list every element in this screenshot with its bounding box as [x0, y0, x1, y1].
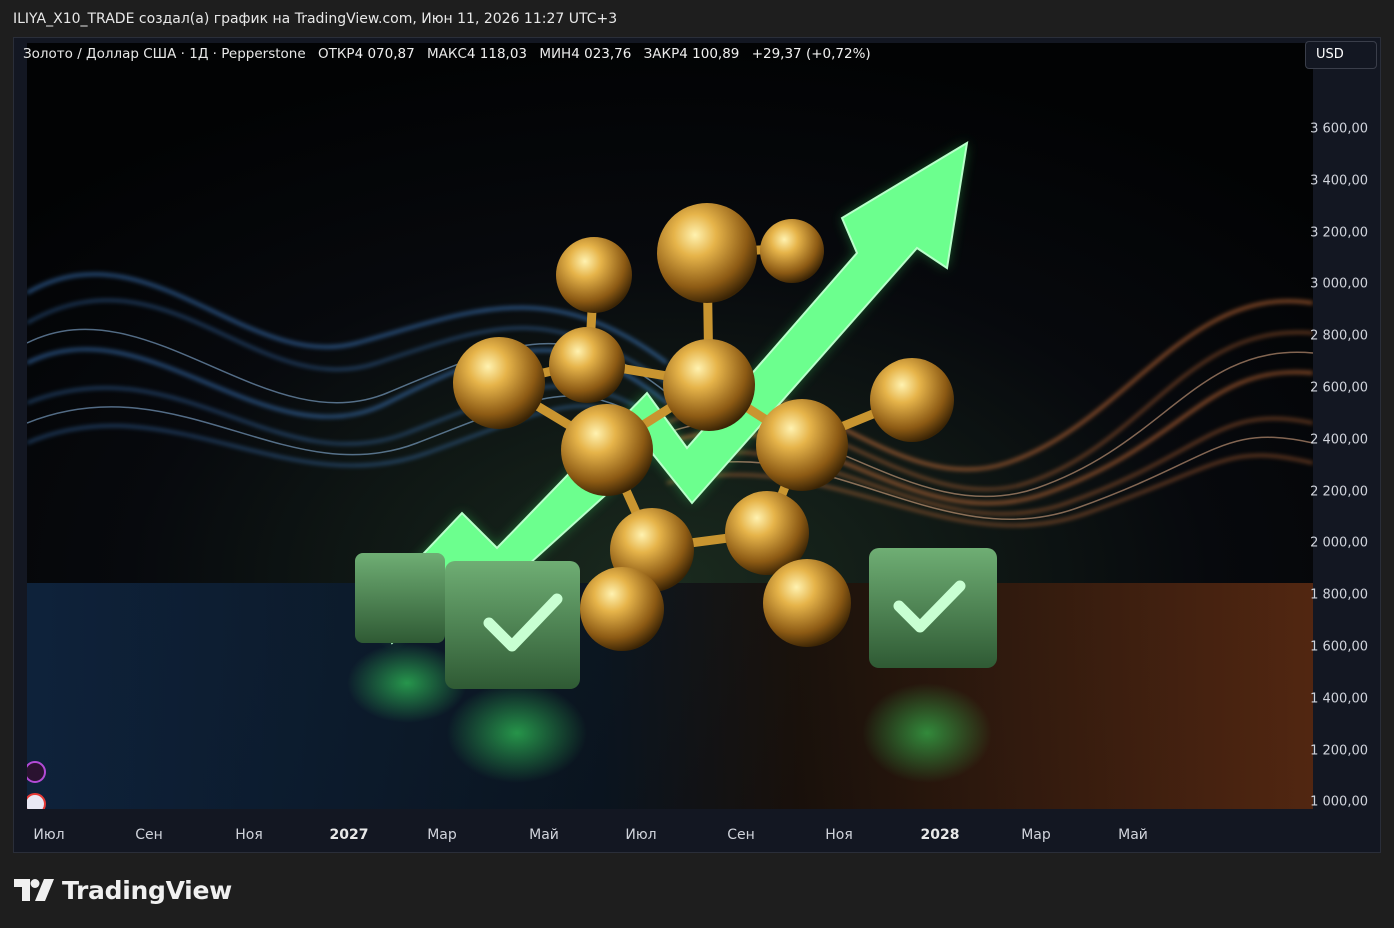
price-tick: 3 600,00 — [1310, 121, 1368, 137]
high-value: 4 118,03 — [466, 46, 528, 62]
time-axis[interactable]: Июл Сен Ноя 2027 Мар Май Июл Сен Ноя 2028 Мар Май — [14, 814, 1302, 852]
time-tick: Май — [1118, 827, 1148, 843]
time-tick: 2027 — [329, 827, 369, 843]
time-tick: Мар — [1021, 827, 1051, 843]
low-value: 4 023,76 — [571, 46, 632, 62]
open-value: 4 070,87 — [354, 46, 415, 62]
time-tick: Май — [529, 827, 559, 843]
price-tick: 1 000,00 — [1310, 794, 1368, 810]
price-axis[interactable]: 3 600,00 3 400,00 3 200,00 3 000,00 2 800,00… — [1302, 38, 1382, 813]
price-tick: 2 400,00 — [1310, 432, 1368, 448]
change-value: +29,37 (+0,72%) — [751, 46, 871, 62]
chart-caption: ILIYA_X10_TRADE создал(а) график на Trad… — [13, 11, 618, 27]
tradingview-logo-icon — [14, 879, 54, 901]
price-tick: 1 600,00 — [1310, 639, 1368, 655]
price-tick: 3 000,00 — [1310, 276, 1368, 292]
tradingview-logo[interactable]: TradingView — [14, 874, 232, 906]
open-label: ОТКР — [317, 46, 355, 62]
low-label: МИН — [539, 46, 572, 62]
price-tick: 1 400,00 — [1310, 691, 1368, 707]
tradingview-wordmark: TradingView — [62, 875, 232, 905]
price-tick: 1 200,00 — [1310, 743, 1368, 759]
time-tick: Ноя — [235, 827, 263, 843]
chart-plot-area[interactable] — [27, 43, 1313, 809]
time-tick: Мар — [427, 827, 457, 843]
price-tick: 2 000,00 — [1310, 535, 1368, 551]
time-tick: Ноя — [825, 827, 853, 843]
symbol-name[interactable]: Золото / Доллар США · 1Д · Pepperstone — [23, 46, 306, 62]
chart-illustration — [27, 43, 1313, 809]
high-label: МАКС — [426, 46, 467, 62]
price-tick: 2 200,00 — [1310, 484, 1368, 500]
currency-button[interactable]: USD — [1305, 41, 1377, 69]
price-tick: 1 800,00 — [1310, 587, 1368, 603]
time-tick: Сен — [135, 827, 163, 843]
time-tick: 2028 — [920, 827, 960, 843]
price-tick: 2 600,00 — [1310, 380, 1368, 396]
symbol-legend: Золото / Доллар США · 1Д · Pepperstone О… — [23, 46, 871, 62]
time-tick: Июл — [33, 827, 65, 843]
time-tick: Июл — [625, 827, 657, 843]
price-tick: 3 400,00 — [1310, 173, 1368, 189]
close-value: 4 100,89 — [679, 46, 740, 62]
chart-frame: Золото / Доллар США · 1Д · Pepperstone О… — [13, 37, 1381, 853]
price-tick: 2 800,00 — [1310, 328, 1368, 344]
time-tick: Сен — [727, 827, 755, 843]
close-label: ЗАКР — [643, 46, 680, 62]
price-tick: 3 200,00 — [1310, 225, 1368, 241]
